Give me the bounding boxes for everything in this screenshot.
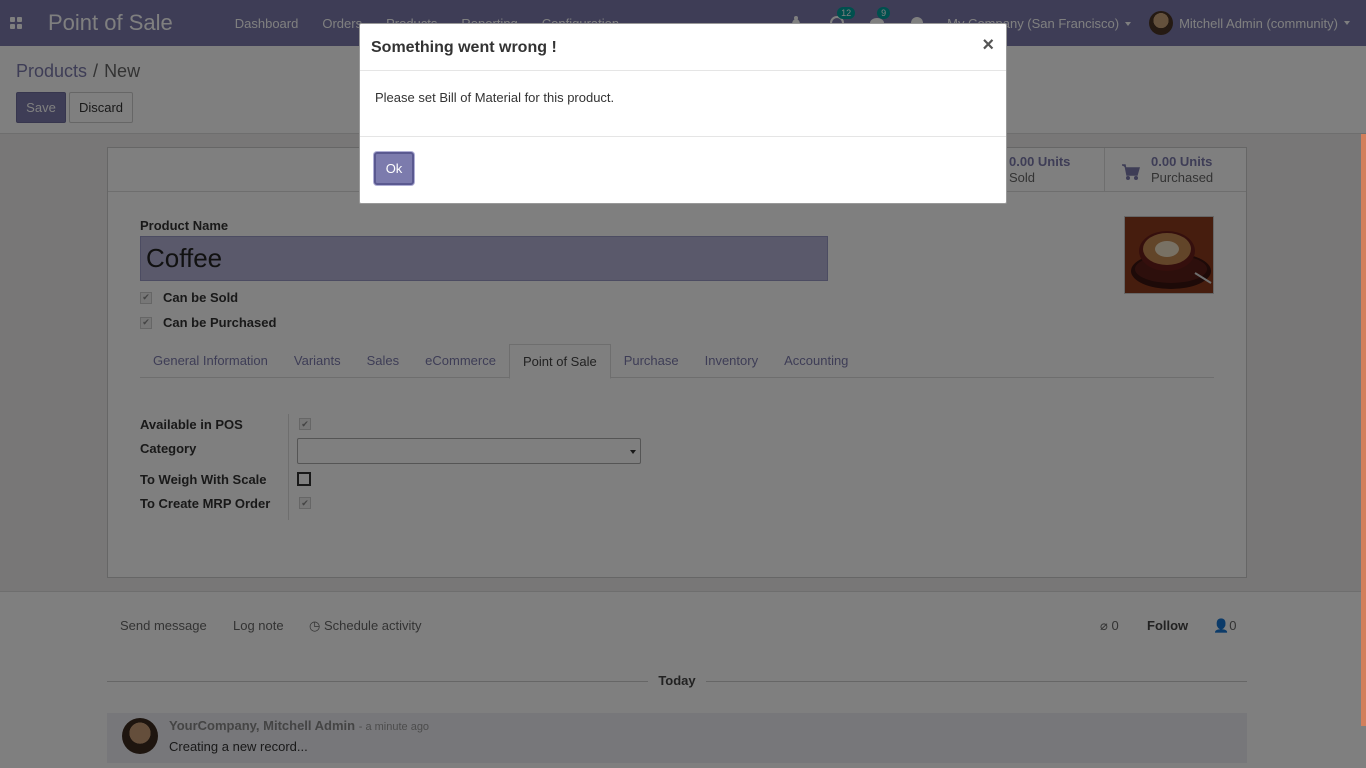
- ok-button[interactable]: Ok: [374, 152, 414, 185]
- close-icon[interactable]: ×: [982, 34, 994, 57]
- dialog-footer: Ok: [360, 136, 1006, 204]
- dialog-title: Something went wrong !: [371, 39, 557, 56]
- scrollbar[interactable]: [1361, 134, 1366, 726]
- dialog-message: Please set Bill of Material for this pro…: [375, 90, 615, 105]
- error-dialog: Something went wrong ! × Please set Bill…: [359, 23, 1007, 204]
- dialog-header: Something went wrong ! ×: [360, 24, 1006, 71]
